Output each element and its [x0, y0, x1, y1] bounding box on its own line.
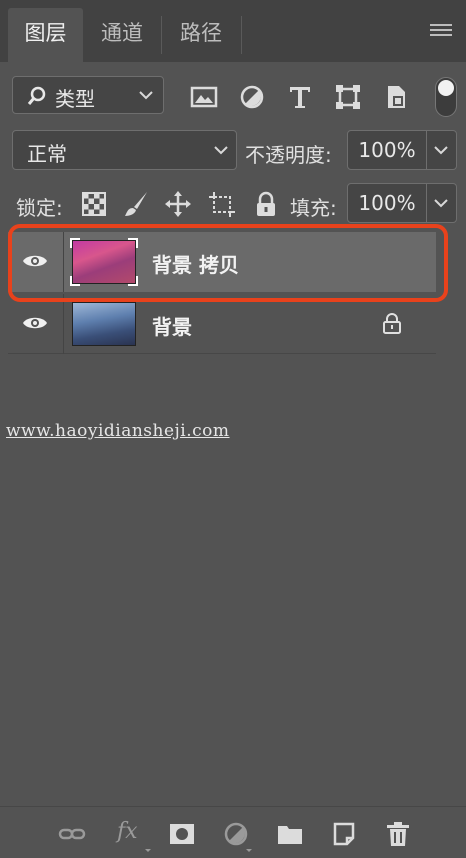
tab-layers[interactable]: 图层	[8, 8, 83, 62]
layer-thumbnail[interactable]	[70, 238, 138, 286]
chevron-down-icon	[434, 199, 448, 208]
visibility-toggle[interactable]	[8, 294, 64, 354]
layer-lock-icon	[383, 313, 401, 334]
blend-mode-select[interactable]: 正常	[12, 130, 237, 170]
opacity-input[interactable]: 100%	[347, 130, 427, 170]
image-filter-icon[interactable]	[190, 83, 218, 111]
eye-icon	[23, 255, 47, 267]
add-mask-icon[interactable]	[168, 821, 196, 847]
watermark-text: www.haoyidiansheji.com	[6, 421, 230, 441]
blend-mode-value: 正常	[27, 142, 67, 166]
fill-label: 填充:	[290, 196, 337, 220]
fill-dropdown-button[interactable]	[427, 183, 457, 223]
filter-kind-label: 类型	[55, 87, 95, 111]
fx-menu-arrow	[145, 849, 151, 852]
delete-layer-trash-icon[interactable]	[384, 821, 412, 847]
chevron-down-icon	[214, 146, 228, 155]
lock-label: 锁定:	[16, 196, 63, 220]
tab-divider	[241, 16, 242, 54]
shape-filter-icon[interactable]	[334, 83, 362, 111]
lock-transparent-pixels-icon[interactable]	[80, 190, 108, 218]
chevron-down-icon	[139, 91, 153, 100]
new-adjustment-layer-icon[interactable]	[222, 821, 250, 847]
layer-name[interactable]: 背景 拷贝	[152, 249, 239, 278]
eye-icon	[23, 317, 47, 329]
search-icon	[27, 86, 46, 105]
lock-image-pixels-brush-icon[interactable]	[122, 190, 150, 218]
visibility-toggle[interactable]	[8, 232, 64, 292]
layer-thumbnail[interactable]	[72, 302, 136, 346]
panel-tab-bar: 图层 通道 路径	[0, 0, 466, 62]
smart-object-filter-icon[interactable]	[382, 83, 410, 111]
chevron-down-icon	[434, 146, 448, 155]
lock-all-icon[interactable]	[252, 190, 280, 218]
filter-toggle-switch[interactable]	[435, 77, 457, 117]
tab-channels[interactable]: 通道	[84, 8, 160, 62]
layer-row-background[interactable]: 背景	[8, 294, 436, 354]
lock-position-move-icon[interactable]	[164, 190, 192, 218]
new-group-folder-icon[interactable]	[276, 821, 304, 847]
adjustment-filter-icon[interactable]	[238, 83, 266, 111]
layers-bottom-toolbar: fx	[0, 806, 466, 858]
opacity-dropdown-button[interactable]	[427, 130, 457, 170]
filter-kind-select[interactable]: 类型	[12, 76, 164, 114]
layer-name[interactable]: 背景	[152, 311, 192, 340]
fx-layer-style-button[interactable]: fx	[117, 819, 138, 844]
tab-paths[interactable]: 路径	[162, 8, 240, 62]
opacity-label: 不透明度:	[245, 143, 332, 167]
link-layers-icon[interactable]	[58, 821, 86, 847]
toggle-knob	[438, 80, 454, 96]
type-filter-icon[interactable]	[286, 83, 314, 111]
panel-menu-icon[interactable]	[430, 24, 452, 40]
adjustment-menu-arrow	[246, 849, 252, 852]
fill-input[interactable]: 100%	[347, 183, 427, 223]
lock-artboard-icon[interactable]	[208, 190, 236, 218]
new-layer-icon[interactable]	[330, 821, 358, 847]
layer-row-background-copy[interactable]: 背景 拷贝	[8, 232, 436, 292]
